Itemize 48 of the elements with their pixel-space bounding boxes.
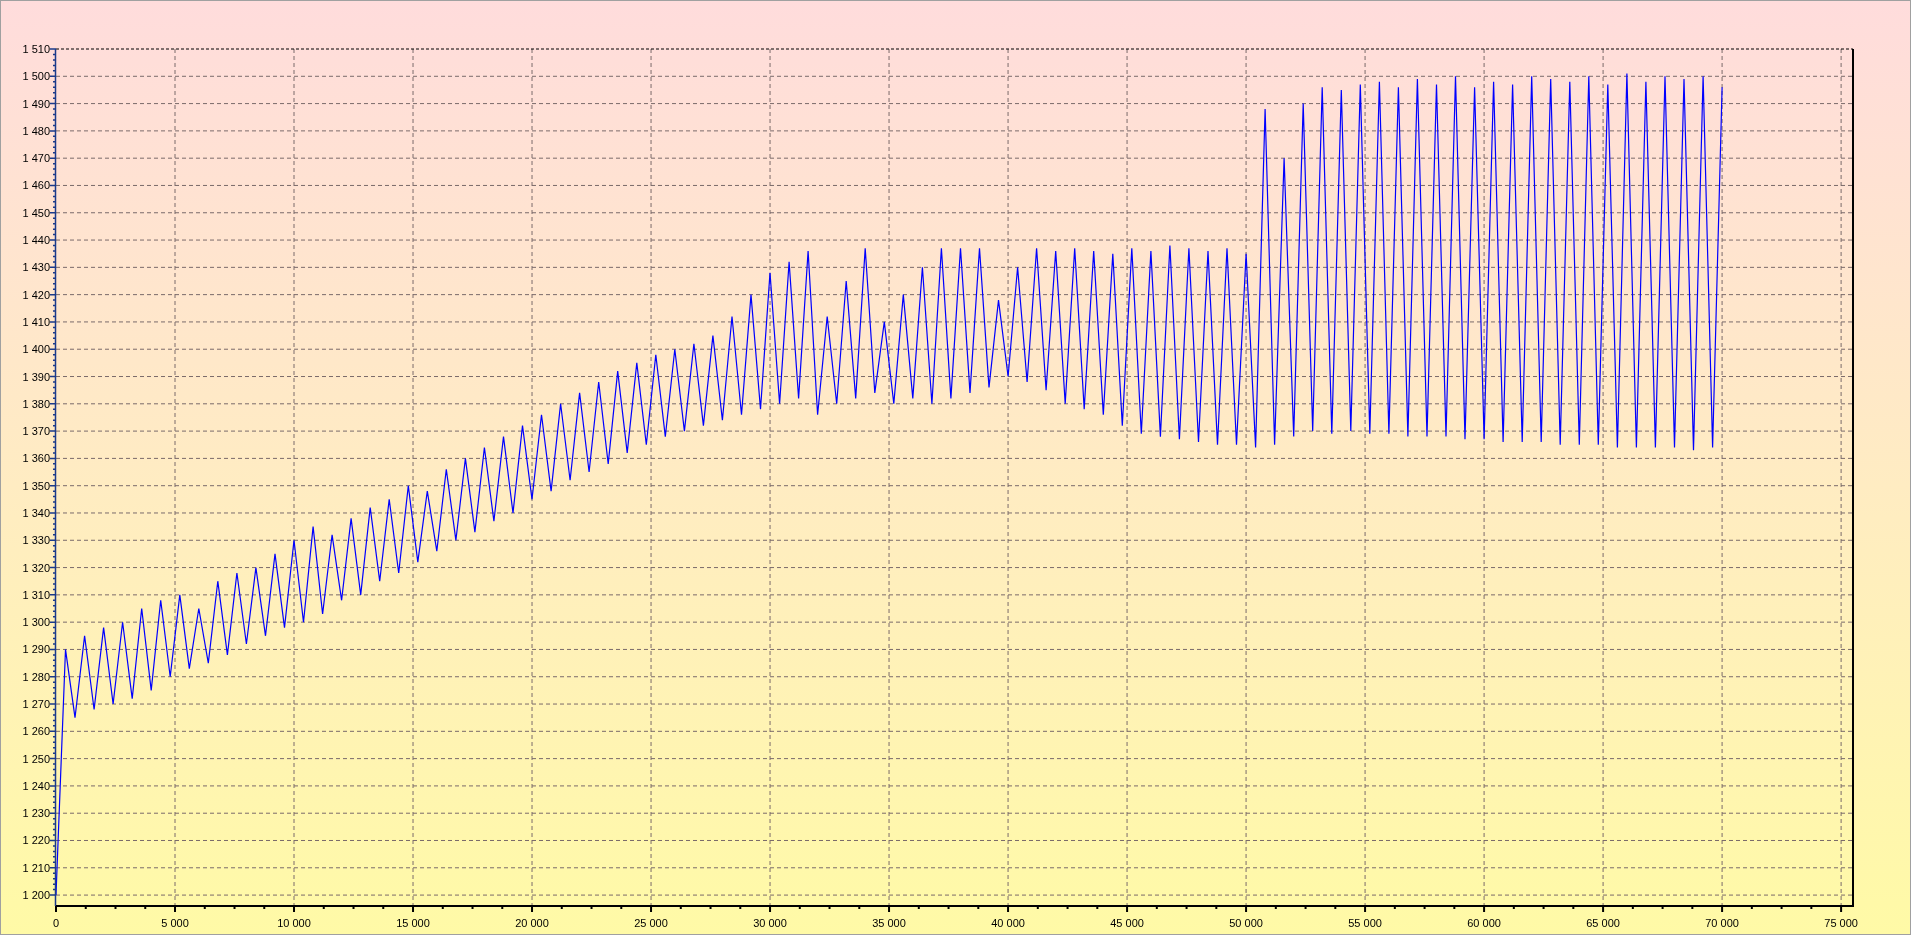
y-tick-label: 1 360 [22,452,50,465]
x-tick-label: 50 000 [1229,917,1263,929]
y-tick-label: 1 350 [22,479,50,492]
y-tick-label: 1 500 [22,70,50,83]
y-tick-label: 1 440 [22,234,50,247]
y-tick-label: 1 460 [22,179,50,192]
x-tick-label: 55 000 [1348,917,1382,929]
y-tick-label: 1 310 [22,588,50,601]
y-tick-label: 1 200 [22,889,50,902]
x-tick-label: 20 000 [515,917,549,929]
y-tick-label: 1 300 [22,616,50,629]
y-tick-label: 1 380 [22,397,50,410]
x-tick-label: 15 000 [396,917,430,929]
x-tick-label: 70 000 [1705,917,1739,929]
y-tick-label: 1 210 [22,861,50,874]
y-tick-label: 1 400 [22,343,50,356]
y-tick-label: 1 410 [22,315,50,328]
y-tick-label: 1 420 [22,288,50,301]
x-tick-label: 0 [52,917,60,929]
y-tick-label: 1 430 [22,261,50,274]
y-tick-label: 1 240 [22,779,50,792]
x-tick-label: 35 000 [872,917,906,929]
y-tick-label: 1 340 [22,507,50,519]
y-tick-label: 1 280 [22,670,50,683]
x-tick-label: 30 000 [753,917,787,929]
x-tick-label: 10 000 [277,917,311,929]
x-tick-label: 45 000 [1110,917,1144,929]
y-tick-label: 1 320 [22,561,50,574]
y-tick-label: 1 270 [22,698,50,711]
x-tick-label: 40 000 [991,917,1025,929]
x-tick-label: 25 000 [634,917,668,929]
y-tick-label: 1 510 [22,43,50,55]
y-tick-label: 1 490 [22,97,50,110]
y-tick-label: 1 230 [22,807,50,820]
x-tick-label: 5 000 [161,917,189,929]
y-tick-label: 1 450 [22,206,50,219]
x-tick-label: 60 000 [1467,917,1501,929]
y-tick-label: 1 220 [22,834,50,847]
y-tick-label: 1 250 [22,752,50,765]
y-tick-label: 1 480 [22,124,50,137]
x-tick-label: 75 000 [1824,917,1858,929]
y-tick-label: 1 260 [22,725,50,738]
y-tick-label: 1 290 [22,643,50,656]
y-tick-label: 1 470 [22,152,50,165]
y-tick-label: 1 330 [22,534,50,547]
y-tick-label: 1 390 [22,370,50,383]
y-tick-label: 1 370 [22,425,50,438]
x-tick-label: 65 000 [1586,917,1620,929]
